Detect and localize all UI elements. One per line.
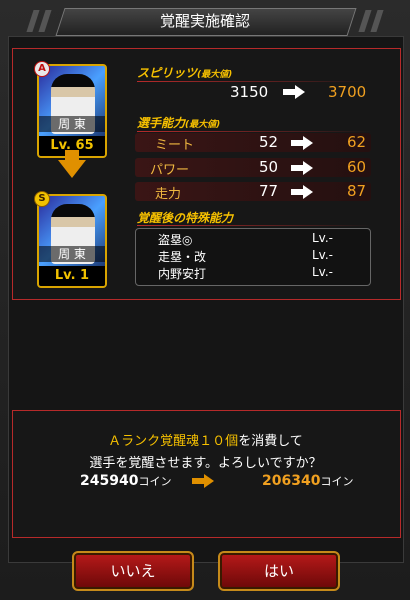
rank-badge-s: S: [34, 191, 50, 207]
abilities-label: 選手能力(最大値): [137, 114, 220, 131]
section-divider: [137, 225, 372, 226]
confirm-message-line1: Ａランク覚醒魂１０個を消費して: [12, 430, 399, 449]
confirm-message-suffix: を消費して: [238, 434, 303, 449]
arrow-right-icon: [283, 85, 307, 99]
stat-name: パワー: [150, 163, 190, 178]
coins-before-value: 245940: [80, 473, 139, 489]
spirits-after: 3700: [328, 83, 367, 101]
spirits-label: スピリッツ(最大値): [137, 64, 232, 81]
player-name: 周 東: [39, 116, 105, 132]
arrow-right-icon: [291, 136, 315, 150]
stat-after: 60: [347, 158, 367, 176]
coins-after-value: 206340: [262, 473, 321, 489]
arrow-right-icon: [291, 161, 315, 175]
coins-unit: コイン: [320, 475, 354, 488]
abilities-label-text: 選手能力: [137, 116, 186, 130]
stat-name: ミート: [155, 138, 195, 153]
player-card-before[interactable]: 周 東 Lv. 65: [37, 64, 107, 158]
spirits-label-note: (最大値): [197, 70, 233, 80]
yes-button[interactable]: はい: [218, 551, 340, 591]
skill-level: Lv.-: [312, 231, 333, 245]
section-divider: [137, 81, 372, 82]
player-level: Lv. 1: [39, 266, 105, 286]
coins-after: 206340コイン: [262, 473, 353, 489]
coins-before: 245940コイン: [80, 473, 171, 489]
rank-badge-a: A: [34, 61, 50, 77]
skill-name: 盗塁◎: [158, 233, 193, 247]
player-card-after[interactable]: 周 東 Lv. 1: [37, 194, 107, 288]
skill-level: Lv.-: [312, 265, 333, 279]
dialog-title: 覚醒実施確認: [159, 12, 250, 30]
item-cost: Ａランク覚醒魂１０個: [108, 434, 239, 449]
arrow-down-icon: [58, 160, 86, 178]
stat-before: 77: [259, 182, 279, 200]
stat-name: 走力: [155, 187, 182, 202]
confirm-message-line2: 選手を覚醒させます。よろしいですか？: [89, 456, 322, 471]
stat-after: 87: [347, 182, 367, 200]
spirits-before: 3150: [230, 83, 269, 101]
stat-before: 50: [259, 158, 279, 176]
special-abilities-label: 覚醒後の特殊能力: [137, 211, 234, 225]
coins-unit: コイン: [138, 475, 172, 488]
spirits-label-text: スピリッツ: [137, 66, 198, 80]
abilities-label-note: (最大値): [185, 120, 221, 130]
skill-name: 内野安打: [158, 267, 207, 281]
player-name: 周 東: [39, 246, 105, 262]
no-button[interactable]: いいえ: [72, 551, 194, 591]
stat-after: 62: [347, 133, 367, 151]
arrow-right-icon: [291, 185, 315, 199]
arrow-right-icon: [192, 474, 216, 488]
section-divider: [137, 131, 372, 132]
skill-level: Lv.-: [312, 248, 333, 262]
stat-before: 52: [259, 133, 279, 151]
skill-name: 走塁・改: [158, 250, 207, 264]
